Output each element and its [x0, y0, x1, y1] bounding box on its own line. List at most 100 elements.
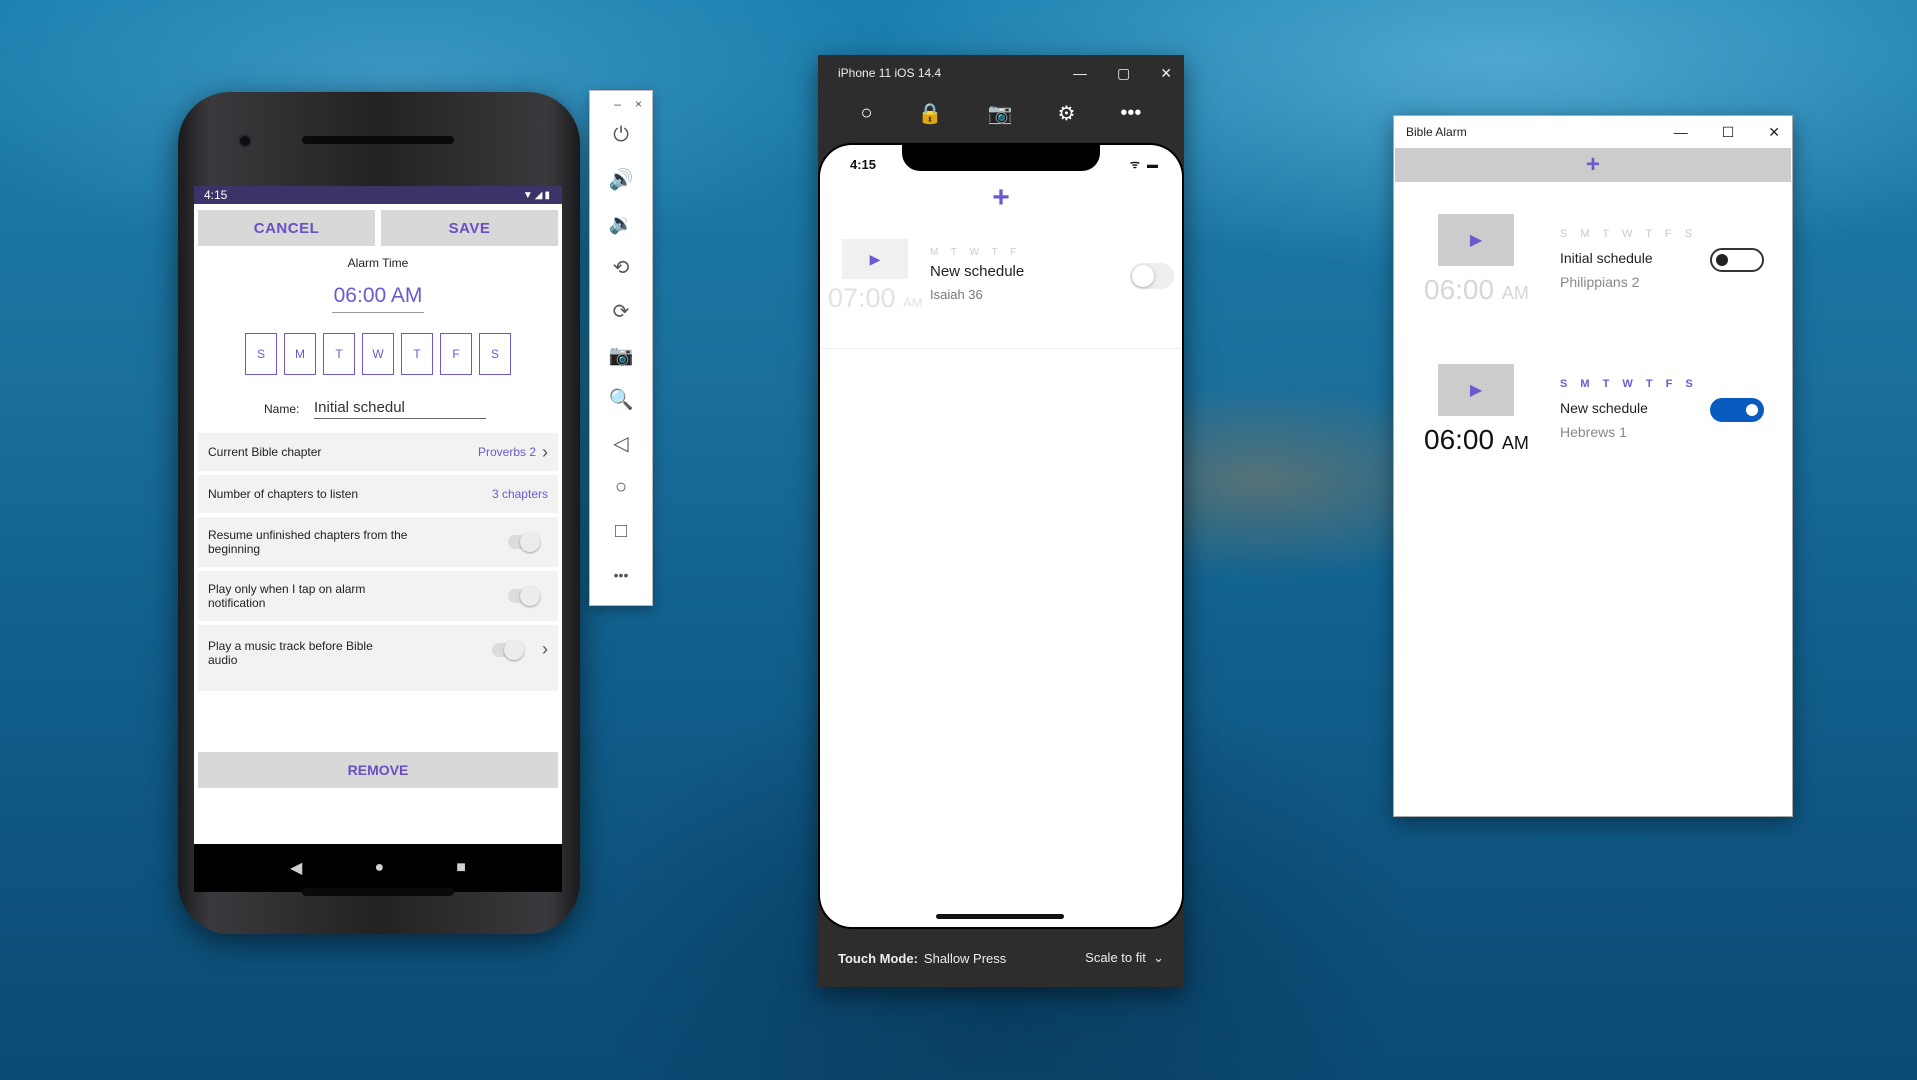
alarm-enable-toggle[interactable] — [1710, 398, 1764, 422]
alarm-time-value: 06:00 — [1424, 424, 1495, 455]
day-toggle-saturday[interactable]: S — [479, 333, 511, 375]
day-toggle-sunday[interactable]: S — [245, 333, 277, 375]
power-icon[interactable]: ⏻ — [590, 113, 652, 157]
close-button[interactable]: ✕ — [1768, 124, 1780, 141]
alarm-enable-toggle[interactable] — [1130, 263, 1174, 289]
play-on-tap-label: Play only when I tap on alarm notificati… — [208, 582, 366, 610]
alarm-time-value: 07:00 — [828, 283, 896, 313]
earpiece — [302, 136, 454, 144]
close-button[interactable]: ✕ — [1160, 65, 1172, 82]
home-indicator — [936, 914, 1064, 919]
volume-down-icon[interactable]: 🔉 — [590, 201, 652, 245]
music-track-label: Play a music track before Bible audio — [208, 639, 373, 667]
home-icon[interactable]: ● — [374, 859, 384, 877]
resume-chapters-label: Resume unfinished chapters from the begi… — [208, 528, 408, 556]
screenshot-icon[interactable]: 📷 — [988, 101, 1013, 126]
alarm-list-item[interactable]: ▶ M T W T F New schedule Isaiah 36 07:00… — [820, 239, 1182, 349]
play-button[interactable]: ▶ — [1438, 214, 1514, 266]
overview-icon[interactable]: □ — [590, 509, 652, 553]
play-icon: ▶ — [1469, 232, 1483, 249]
maximize-button[interactable]: ▢ — [1117, 65, 1130, 82]
chevron-right-icon: › — [542, 441, 548, 462]
add-alarm-button[interactable]: + — [820, 181, 1182, 215]
day-toggle-monday[interactable]: M — [284, 333, 316, 375]
current-chapter-row[interactable]: Current Bible chapter Proverbs 2 › — [198, 433, 558, 471]
alarm-time-label: Alarm Time — [347, 256, 409, 270]
save-button[interactable]: SAVE — [381, 210, 558, 246]
ios-simulator-toolbar: ○ 🔒 📷 ⚙ ••• — [818, 91, 1184, 135]
emulator-toolbar: – × ⏻ 🔊 🔉 ⟲ ⟳ 📷 🔍 ◁ ○ □ ••• — [589, 90, 653, 606]
alarm-time-value: 06:00 — [1424, 274, 1495, 305]
rotate-right-icon[interactable]: ⟳ — [590, 289, 652, 333]
alarm-time-underline — [332, 312, 424, 313]
screenshot-icon[interactable]: 📷 — [590, 333, 652, 377]
recents-icon[interactable]: ■ — [456, 859, 466, 877]
ios-window-title: iPhone 11 iOS 14.4 — [838, 66, 942, 80]
alarm-list-item[interactable]: ▶ S M T W T F S New schedule Hebrews 1 0… — [1394, 364, 1792, 484]
android-emulator-device: 4:15 ▼◢▮ CANCEL SAVE Alarm Time 06:00 AM… — [178, 92, 580, 934]
chevron-right-icon: › — [542, 639, 548, 659]
android-status-bar: 4:15 ▼◢▮ — [194, 186, 562, 204]
resume-chapters-row: Resume unfinished chapters from the begi… — [198, 517, 558, 567]
day-toggle-thursday[interactable]: T — [401, 333, 433, 375]
android-nav-bar: ◀ ● ■ — [194, 844, 562, 892]
home-button-icon[interactable]: ○ — [861, 102, 873, 125]
music-track-row[interactable]: Play a music track before Bible audio › — [198, 625, 558, 691]
weekdays-label: M T W T F — [930, 247, 1022, 258]
front-camera — [238, 134, 252, 148]
ios-status-time: 4:15 — [850, 157, 877, 172]
minimize-button[interactable]: — — [1073, 65, 1087, 82]
rotate-left-icon[interactable]: ⟲ — [590, 245, 652, 289]
day-toggle-tuesday[interactable]: T — [323, 333, 355, 375]
alarm-time-picker[interactable]: 06:00 AM — [194, 284, 562, 308]
play-icon: ▶ — [1469, 382, 1483, 399]
window-title: Bible Alarm — [1406, 125, 1467, 139]
alarm-list-item[interactable]: ▶ S M T W T F S Initial schedule Philipp… — [1394, 214, 1792, 334]
android-screen: 4:15 ▼◢▮ CANCEL SAVE Alarm Time 06:00 AM… — [194, 186, 562, 892]
back-icon[interactable]: ◁ — [590, 421, 652, 465]
more-icon[interactable]: ••• — [590, 553, 652, 597]
current-chapter-value: Proverbs 2 — [477, 445, 536, 459]
chapters-count-row[interactable]: Number of chapters to listen 3 chapters — [198, 475, 558, 513]
zoom-icon[interactable]: 🔍 — [590, 377, 652, 421]
settings-list: Current Bible chapter Proverbs 2 › Number… — [194, 433, 562, 691]
schedule-chapter: Philippians 2 — [1560, 274, 1640, 290]
scale-dropdown[interactable]: Scale to fit ⌄ — [1085, 950, 1164, 966]
ios-status-icons: ᯤ ▬ — [1129, 159, 1160, 171]
schedule-name: New schedule — [1560, 400, 1648, 416]
weekdays-label: S M T W T F S — [1560, 228, 1697, 240]
alarm-enable-toggle[interactable] — [1710, 248, 1764, 272]
lock-icon[interactable]: 🔒 — [918, 101, 943, 126]
add-alarm-button[interactable]: + — [1395, 148, 1791, 182]
touch-mode-value[interactable]: Shallow Press — [924, 951, 1006, 966]
resume-chapters-toggle[interactable] — [508, 532, 540, 552]
day-toggle-wednesday[interactable]: W — [362, 333, 394, 375]
schedule-chapter: Isaiah 36 — [930, 287, 983, 302]
play-button[interactable]: ▶ — [842, 239, 908, 279]
ios-status-bar: 4:15 ᯤ ▬ — [850, 157, 1160, 172]
alarm-time-ampm: AM — [1501, 283, 1529, 303]
settings-gear-icon[interactable]: ⚙ — [1057, 101, 1075, 126]
current-chapter-label: Current Bible chapter — [208, 445, 322, 459]
alarm-time-ampm: AM — [903, 295, 923, 310]
toolbar-minimize-button[interactable]: – — [614, 97, 621, 113]
minimize-button[interactable]: — — [1674, 124, 1688, 141]
name-input[interactable]: Initial schedul — [314, 399, 486, 419]
status-icons: ▼◢▮ — [522, 189, 552, 201]
toolbar-close-button[interactable]: × — [635, 97, 642, 113]
play-button[interactable]: ▶ — [1438, 364, 1514, 416]
touch-mode-label: Touch Mode: — [838, 950, 918, 966]
schedule-name: New schedule — [930, 263, 1025, 280]
volume-up-icon[interactable]: 🔊 — [590, 157, 652, 201]
play-on-tap-toggle[interactable] — [508, 586, 540, 606]
maximize-button[interactable]: ☐ — [1722, 124, 1735, 141]
back-icon[interactable]: ◀ — [290, 858, 302, 878]
music-track-toggle[interactable] — [492, 639, 524, 660]
alarm-time: 06:00 AM — [1424, 274, 1529, 306]
cancel-button[interactable]: CANCEL — [198, 210, 375, 246]
more-icon[interactable]: ••• — [1120, 102, 1141, 125]
ios-screen: 4:15 ᯤ ▬ + ▶ M T W T F New schedule Isai… — [820, 145, 1182, 927]
remove-button[interactable]: REMOVE — [198, 752, 558, 788]
day-toggle-friday[interactable]: F — [440, 333, 472, 375]
home-icon[interactable]: ○ — [590, 465, 652, 509]
